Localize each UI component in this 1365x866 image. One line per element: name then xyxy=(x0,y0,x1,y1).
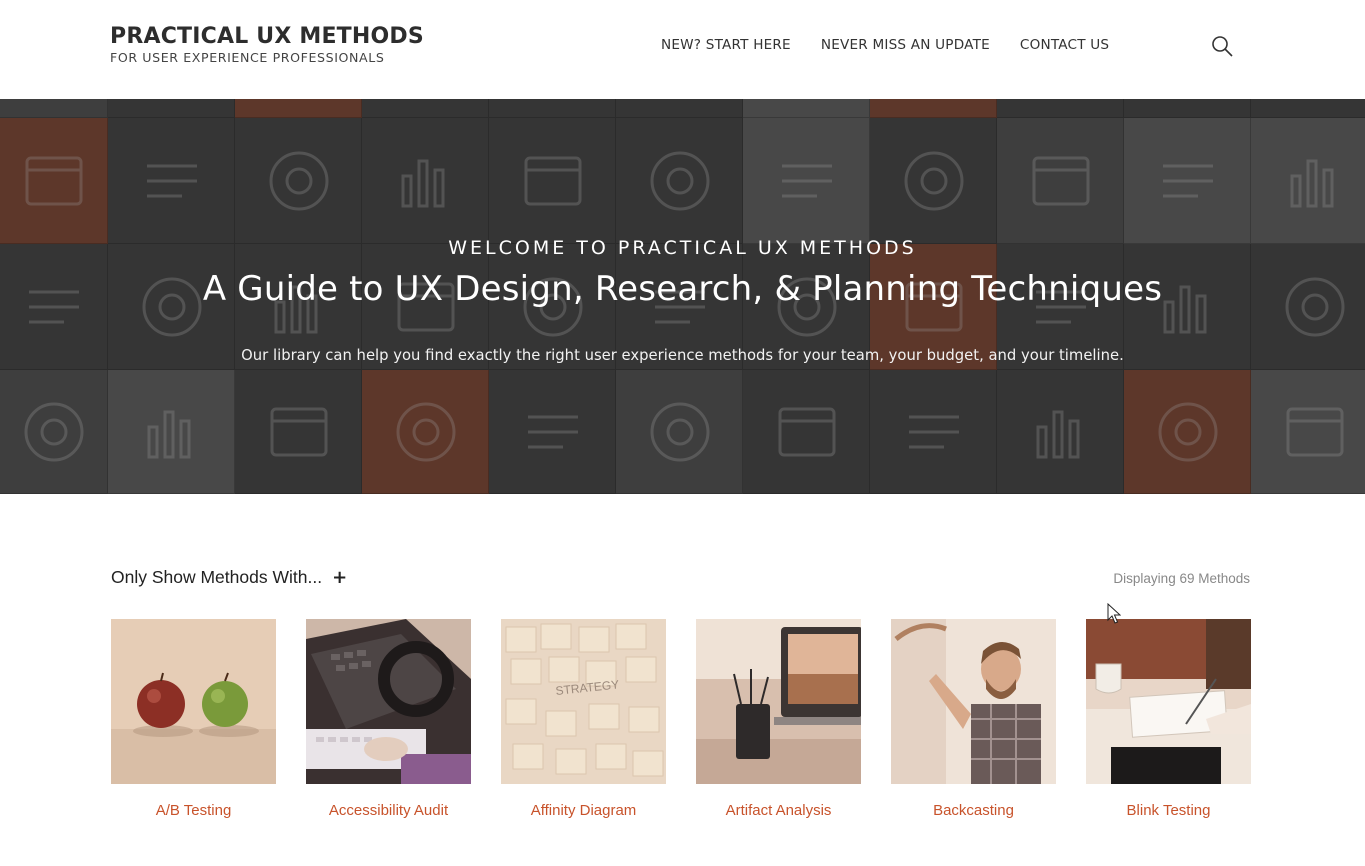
nav-contact-us[interactable]: CONTACT US xyxy=(1020,37,1109,53)
site-tagline: FOR USER EXPERIENCE PROFESSIONALS xyxy=(110,50,385,65)
hero-banner: WELCOME TO PRACTICAL UX METHODS A Guide … xyxy=(0,99,1365,494)
blink-testing-thumbnail[interactable] xyxy=(1086,619,1251,784)
hero-kicker: WELCOME TO PRACTICAL UX METHODS xyxy=(448,237,917,259)
filter-label: Only Show Methods With... xyxy=(111,567,323,587)
method-card-blink-testing[interactable]: Blink Testing xyxy=(1086,619,1251,819)
method-title[interactable]: Artifact Analysis xyxy=(696,802,861,819)
affinity-diagram-thumbnail[interactable]: STRATEGY xyxy=(501,619,666,784)
method-title[interactable]: Affinity Diagram xyxy=(501,802,666,819)
main-nav: NEW? START HERE NEVER MISS AN UPDATE CON… xyxy=(661,37,1139,53)
method-title[interactable]: Accessibility Audit xyxy=(306,802,471,819)
site-title[interactable]: PRACTICAL UX METHODS xyxy=(110,24,424,50)
ab-testing-thumbnail[interactable] xyxy=(111,619,276,784)
method-title[interactable]: A/B Testing xyxy=(111,802,276,819)
hero-description: Our library can help you find exactly th… xyxy=(241,347,1124,364)
method-grid: A/B Testing Accessibility Audit STRATEGY… xyxy=(111,619,1251,819)
method-count: Displaying 69 Methods xyxy=(1113,571,1250,586)
method-card-backcasting[interactable]: Backcasting xyxy=(891,619,1056,819)
mouse-cursor-icon xyxy=(1107,602,1122,630)
method-card-ab-testing[interactable]: A/B Testing xyxy=(111,619,276,819)
site-header: PRACTICAL UX METHODS FOR USER EXPERIENCE… xyxy=(0,0,1365,99)
backcasting-thumbnail[interactable] xyxy=(891,619,1056,784)
method-card-artifact-analysis[interactable]: Artifact Analysis xyxy=(696,619,861,819)
method-title[interactable]: Backcasting xyxy=(891,802,1056,819)
method-card-accessibility-audit[interactable]: Accessibility Audit xyxy=(306,619,471,819)
nav-never-miss-update[interactable]: NEVER MISS AN UPDATE xyxy=(821,37,990,53)
method-filter-toggle[interactable]: Only Show Methods With... + xyxy=(111,567,347,588)
nav-start-here[interactable]: NEW? START HERE xyxy=(661,37,791,53)
plus-icon[interactable]: + xyxy=(332,567,347,588)
method-title[interactable]: Blink Testing xyxy=(1086,802,1251,819)
artifact-analysis-thumbnail[interactable] xyxy=(696,619,861,784)
method-card-affinity-diagram[interactable]: STRATEGY Affinity Diagram xyxy=(501,619,666,819)
site-logo[interactable]: PRACTICAL UX METHODS FOR USER EXPERIENCE… xyxy=(110,24,424,66)
hero-title: A Guide to UX Design, Research, & Planni… xyxy=(202,269,1163,309)
search-icon[interactable] xyxy=(1210,34,1234,58)
accessibility-audit-thumbnail[interactable] xyxy=(306,619,471,784)
